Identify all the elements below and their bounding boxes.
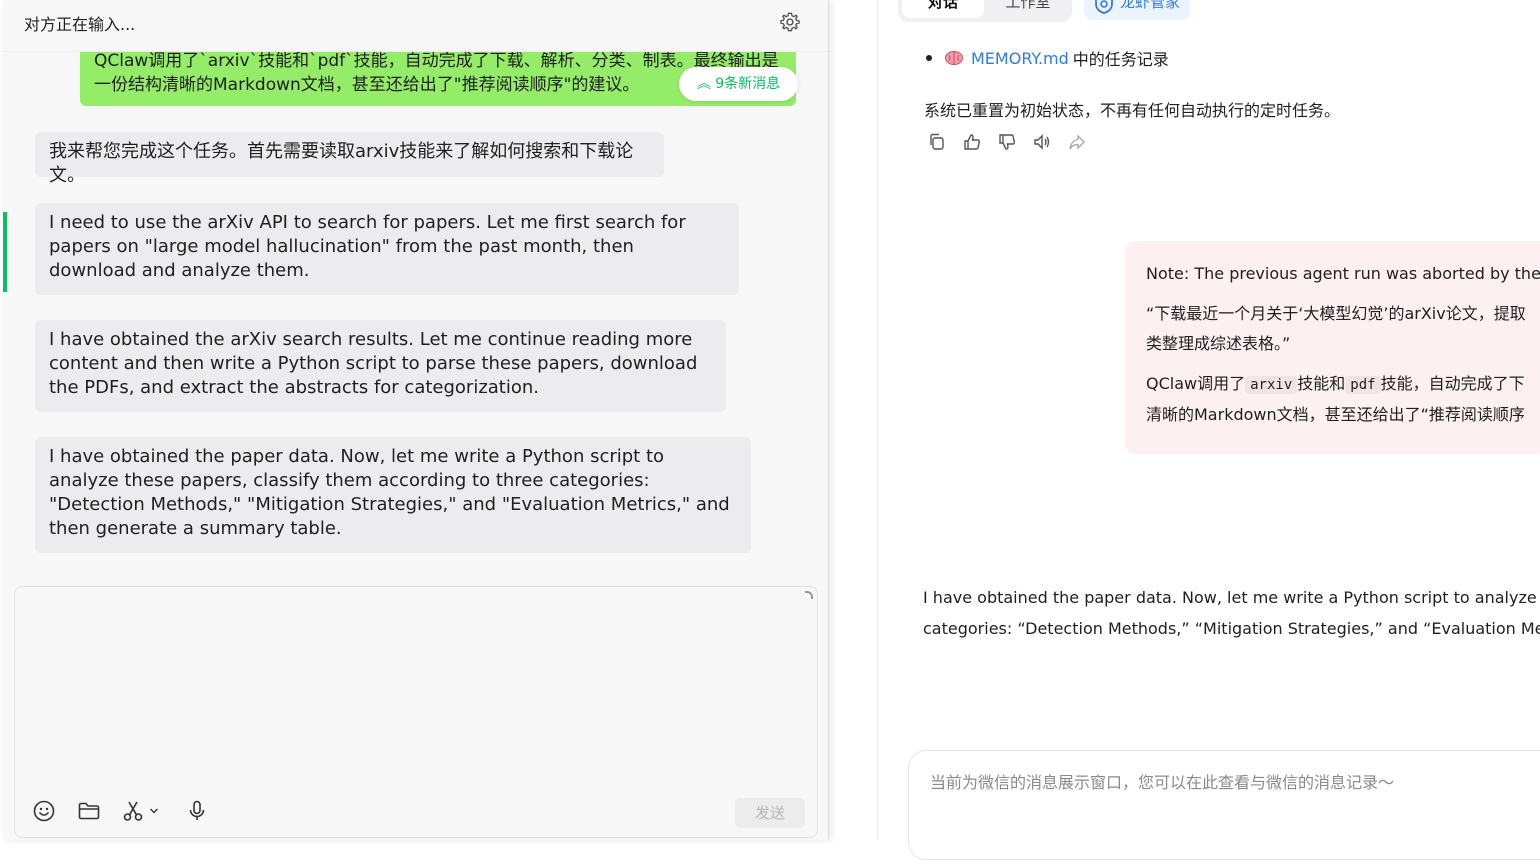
message-text: I need to use the arXiv API to search fo… xyxy=(49,212,686,281)
note-summary: QClaw调用了 arxiv 技能和 pdf 技能，自动完成了下 清晰的Markdown文… xyxy=(1146,374,1525,424)
speaker-icon[interactable] xyxy=(1033,133,1051,151)
memory-suffix: 中的任务记录 xyxy=(1072,50,1169,69)
received-message-bubble: I need to use the arXiv API to search fo… xyxy=(35,203,739,295)
brain-icon xyxy=(945,51,963,65)
accent-bar xyxy=(3,212,7,292)
note-quote: “下载最近一个月关于‘大模型幻觉’的arXiv论文，提取 类整理成综述表格。” xyxy=(1146,304,1526,353)
wechat-input[interactable] xyxy=(908,750,1540,860)
message-composer[interactable]: 发送 xyxy=(14,586,818,838)
chat-window: QClaw调用了`arxiv`技能和`pdf`技能，自动完成了下载、解析、分类、… xyxy=(3,0,829,840)
code-arxiv: arxiv xyxy=(1245,376,1298,394)
user-message-bubble: Note: The previous agent run was aborted… xyxy=(1125,241,1540,454)
send-button[interactable]: 发送 xyxy=(735,798,805,828)
guard-label: 龙虾管家 xyxy=(1120,0,1181,11)
bullet xyxy=(926,55,932,61)
received-message-bubble: 我来帮您完成这个任务。首先需要读取arxiv技能来了解如何搜索和下载论文。 xyxy=(35,132,664,186)
assistant-paragraph: I have obtained the paper data. Now, let… xyxy=(923,588,1540,638)
tab-studio[interactable]: 工作室 xyxy=(988,0,1068,18)
background-list-pane xyxy=(828,0,878,840)
view-tabs: 对话 工作室 xyxy=(898,0,1072,22)
emoji-icon[interactable] xyxy=(32,799,56,823)
copy-icon[interactable] xyxy=(928,133,946,151)
thumbs-up-icon[interactable] xyxy=(963,133,981,151)
gear-icon[interactable] xyxy=(779,11,801,33)
memory-list-item: MEMORY.md 中的任务记录 xyxy=(926,46,1169,70)
shield-icon xyxy=(1095,0,1113,14)
share-icon[interactable] xyxy=(1068,133,1086,151)
thumbs-down-icon[interactable] xyxy=(998,133,1016,151)
message-text: I have obtained the paper data. Now, let… xyxy=(49,446,730,539)
microphone-icon[interactable] xyxy=(185,799,209,823)
tab-chat[interactable]: 对话 xyxy=(902,0,984,18)
folder-icon[interactable] xyxy=(77,799,101,823)
new-messages-button[interactable]: ︽ 9条新消息 xyxy=(679,67,798,101)
double-chevron-up-icon: ︽ xyxy=(696,76,711,92)
received-message-bubble: I have obtained the paper data. Now, let… xyxy=(35,437,751,553)
scissors-icon[interactable] xyxy=(121,799,145,823)
message-actions xyxy=(928,133,1086,151)
wechat-input-placeholder: 当前为微信的消息展示窗口，您可以在此查看与微信的消息记录～ xyxy=(930,773,1395,792)
code-pdf: pdf xyxy=(1345,376,1381,394)
memory-link[interactable]: MEMORY.md xyxy=(971,49,1069,68)
received-message-bubble: I have obtained the arXiv search results… xyxy=(35,320,726,412)
message-text: I have obtained the arXiv search results… xyxy=(49,329,698,398)
resize-handle-icon[interactable] xyxy=(805,591,813,599)
new-messages-label: 9条新消息 xyxy=(715,76,781,92)
guard-button[interactable]: 龙虾管家 xyxy=(1084,0,1191,20)
message-text: 我来帮您完成这个任务。首先需要读取arxiv技能来了解如何搜索和下载论文。 xyxy=(49,141,634,186)
chat-header: 对方正在输入... xyxy=(3,0,828,52)
chevron-down-icon[interactable] xyxy=(148,805,160,817)
note-line: Note: The previous agent run was aborted… xyxy=(1146,264,1540,283)
message-text: QClaw调用了`arxiv`技能和`pdf`技能，自动完成了下载、解析、分类、… xyxy=(94,51,779,95)
typing-status: 对方正在输入... xyxy=(24,15,136,34)
reset-text: 系统已重置为初始状态，不再有任何自动执行的定时任务。 xyxy=(924,101,1341,120)
